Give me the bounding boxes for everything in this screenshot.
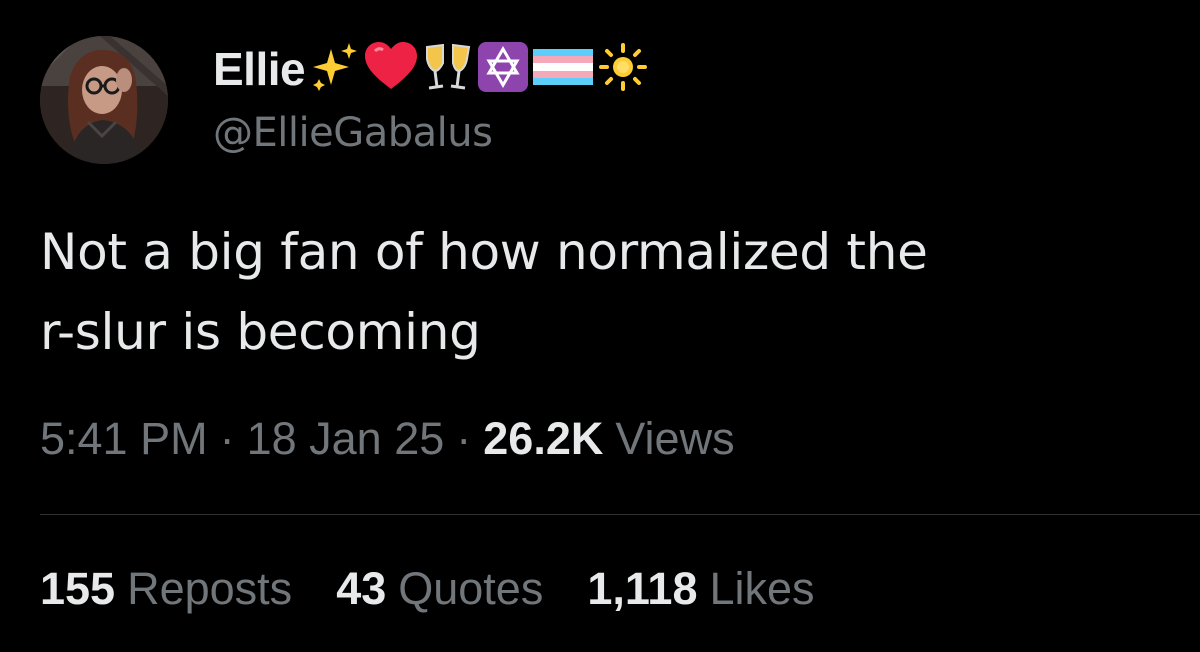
tweet-text-line-2: r-slur is becoming bbox=[40, 303, 481, 361]
tweet-text-line-1: Not a big fan of how normalized the bbox=[40, 223, 928, 281]
tweet-time[interactable]: 5:41 PM bbox=[40, 413, 208, 465]
tweet-card: Ellie @EllieGabalus Not a big fan of how… bbox=[0, 0, 1200, 652]
avatar[interactable] bbox=[40, 36, 168, 164]
views-count[interactable]: 26.2K bbox=[483, 413, 603, 465]
star-of-david-icon bbox=[477, 41, 529, 97]
meta-separator: · bbox=[219, 413, 235, 464]
quotes-stat[interactable]: 43 Quotes bbox=[336, 563, 543, 615]
quotes-count: 43 bbox=[336, 563, 387, 614]
clinking-glasses-icon bbox=[421, 41, 475, 97]
tweet-date[interactable]: 18 Jan 25 bbox=[247, 413, 445, 465]
likes-label: Likes bbox=[709, 563, 815, 614]
tweet-meta: 5:41 PM · 18 Jan 25 · 26.2K Views bbox=[40, 413, 735, 465]
avatar-image bbox=[40, 36, 168, 164]
reposts-count: 155 bbox=[40, 563, 116, 614]
reposts-stat[interactable]: 155 Reposts bbox=[40, 563, 292, 615]
transgender-flag-icon bbox=[531, 45, 595, 93]
meta-separator: · bbox=[456, 413, 472, 464]
reposts-label: Reposts bbox=[127, 563, 293, 614]
views-label[interactable]: Views bbox=[615, 413, 734, 465]
tweet-text: Not a big fan of how normalized the r-sl… bbox=[40, 212, 1170, 372]
display-name[interactable]: Ellie bbox=[213, 42, 306, 96]
sparkles-icon bbox=[309, 41, 361, 97]
author-handle[interactable]: @EllieGabalus bbox=[213, 110, 493, 156]
author-name-row[interactable]: Ellie bbox=[213, 36, 649, 102]
red-heart-icon bbox=[363, 41, 419, 97]
quotes-label: Quotes bbox=[398, 563, 544, 614]
likes-stat[interactable]: 1,118 Likes bbox=[587, 563, 814, 615]
name-emoji-group bbox=[307, 41, 649, 97]
likes-count: 1,118 bbox=[587, 563, 698, 614]
engagement-stats: 155 Reposts 43 Quotes 1,118 Likes bbox=[40, 563, 859, 615]
divider bbox=[40, 514, 1200, 515]
sun-icon bbox=[597, 41, 649, 97]
